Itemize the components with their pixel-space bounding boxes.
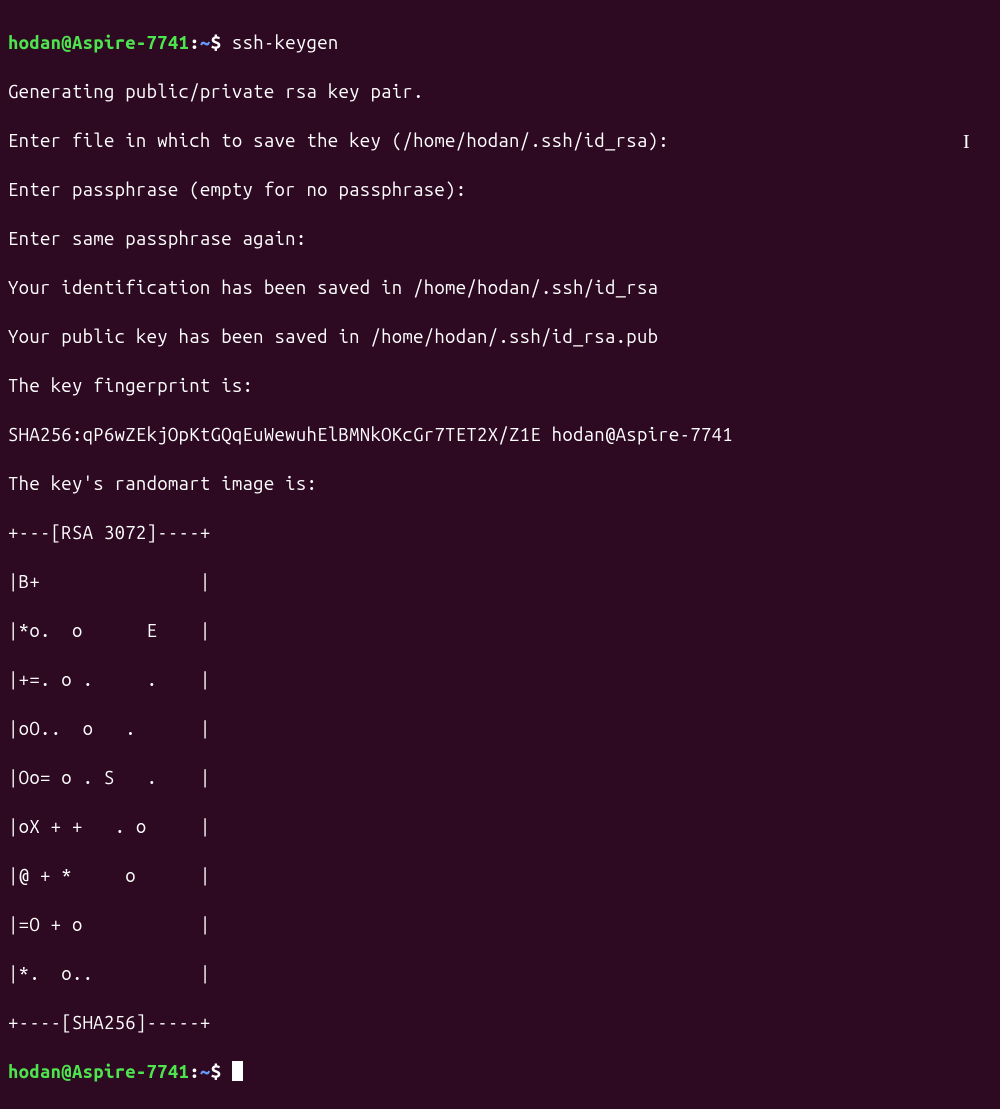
output-line: Your public key has been saved in /home/… [8,325,992,350]
prompt-dollar: $ [211,1062,222,1082]
output-line: SHA256:qP6wZEkjOpKtGQqEuWewuhElBMNkOKcGr… [8,423,992,448]
output-line: Enter passphrase (empty for no passphras… [8,178,992,203]
output-line: Enter same passphrase again: [8,227,992,252]
prompt-dollar: $ [211,33,222,53]
output-line: The key's randomart image is: [8,472,992,497]
randomart-line: +----[SHA256]-----+ [8,1011,992,1036]
command-text: ssh-keygen [221,33,338,53]
prompt-line-2: hodan@Aspire-7741:~$ [8,1060,992,1085]
randomart-line: |*o. o E | [8,619,992,644]
prompt-path: ~ [200,1062,211,1082]
randomart-line: |+=. o . . | [8,668,992,693]
randomart-line: +---[RSA 3072]----+ [8,521,992,546]
randomart-line: |B+ | [8,570,992,595]
randomart-line: |*. o.. | [8,962,992,987]
terminal-cursor [232,1061,243,1081]
output-line: Generating public/private rsa key pair. [8,80,992,105]
prompt-line-1: hodan@Aspire-7741:~$ ssh-keygen [8,31,992,56]
terminal-window[interactable]: hodan@Aspire-7741:~$ ssh-keygen Generati… [8,6,992,1109]
randomart-line: |oO.. o . | [8,717,992,742]
prompt-user-host: hodan@Aspire-7741 [8,1062,189,1082]
prompt-user-host: hodan@Aspire-7741 [8,33,189,53]
ibeam-cursor-icon: I [963,130,970,155]
prompt-colon: : [189,1062,200,1082]
randomart-line: |=O + o | [8,913,992,938]
randomart-line: |Oo= o . S . | [8,766,992,791]
randomart-line: |oX + + . o | [8,815,992,840]
prompt-colon: : [189,33,200,53]
randomart-line: |@ + * o | [8,864,992,889]
output-line: The key fingerprint is: [8,374,992,399]
prompt-path: ~ [200,33,211,53]
output-line: Enter file in which to save the key (/ho… [8,129,992,154]
output-line: Your identification has been saved in /h… [8,276,992,301]
